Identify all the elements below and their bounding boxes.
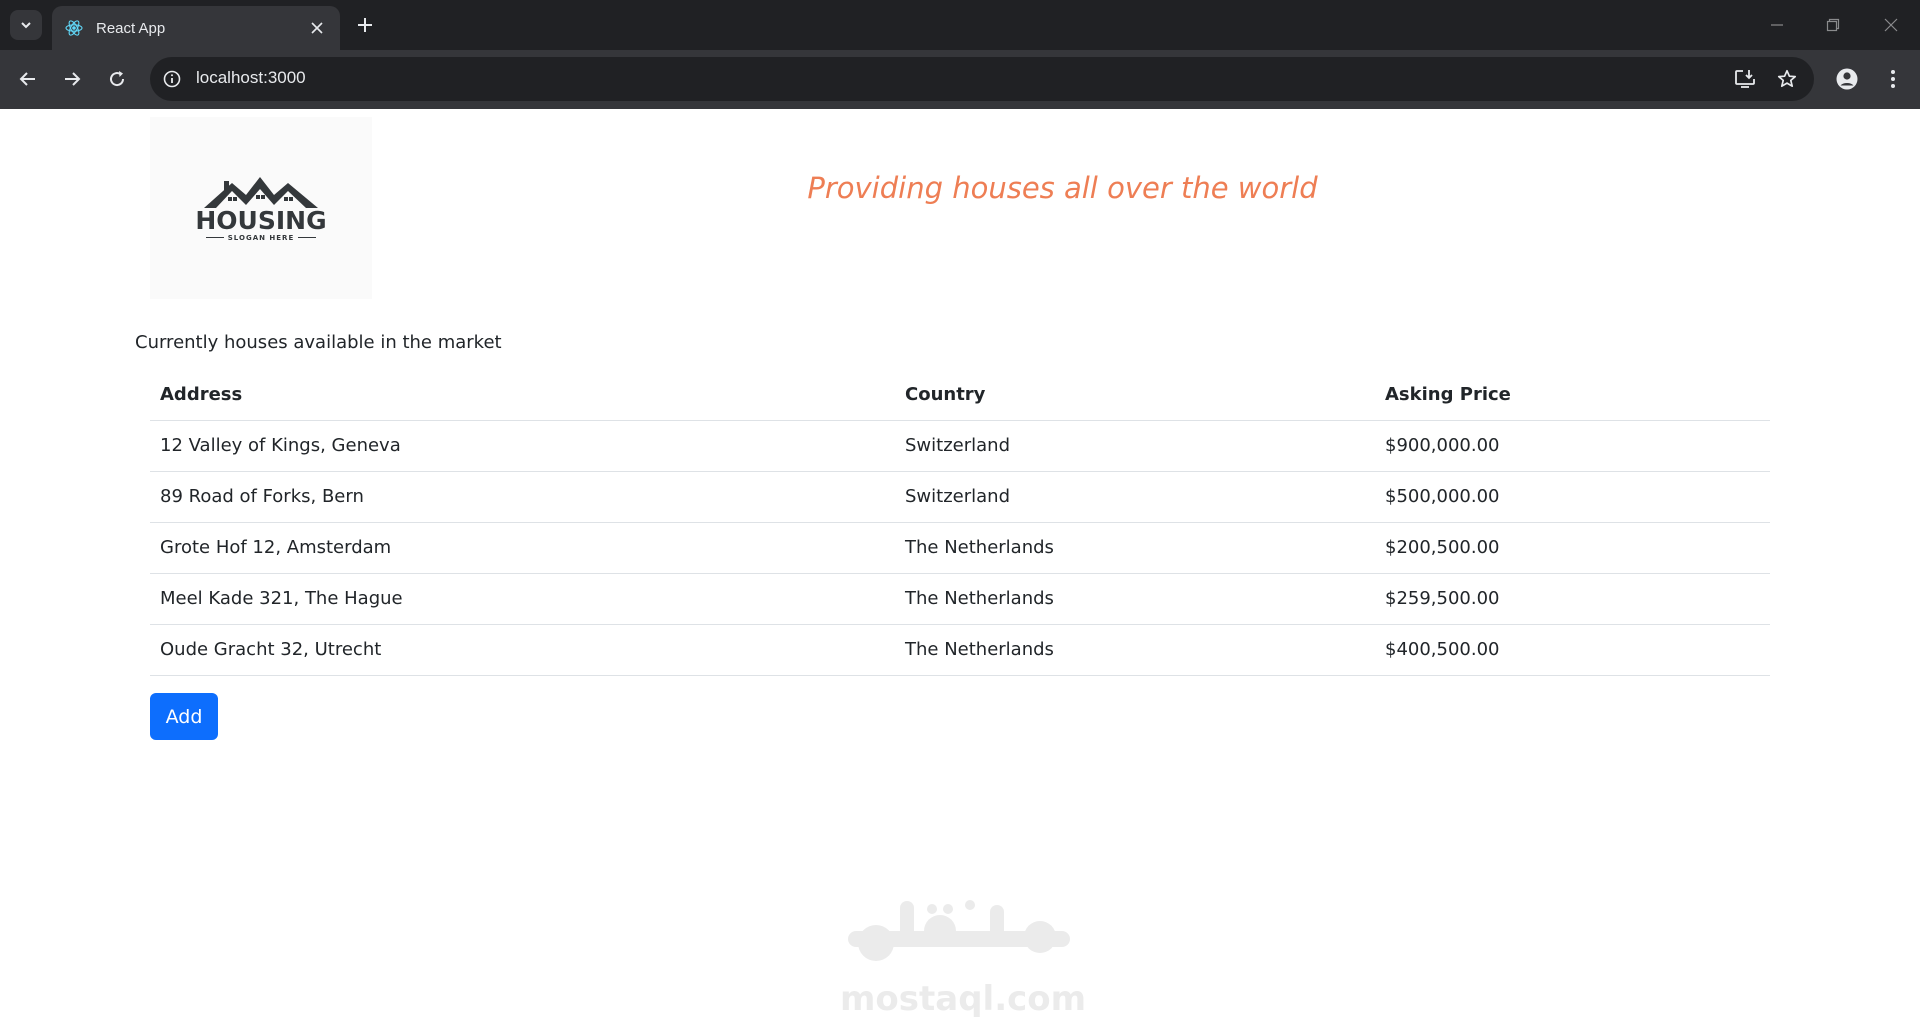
country-cell: The Netherlands — [895, 573, 1375, 625]
logo-wordmark: HOUSING — [195, 205, 327, 235]
minimize-icon — [1771, 24, 1783, 26]
address-cell: Grote Hof 12, Amsterdam — [150, 522, 895, 574]
profile-icon — [1836, 68, 1858, 90]
price-cell: $500,000.00 — [1375, 471, 1770, 523]
add-house-button[interactable]: Add — [150, 693, 218, 740]
price-cell: $400,500.00 — [1375, 624, 1770, 676]
address-cell: Oude Gracht 32, Utrecht — [150, 624, 895, 676]
price-cell: $259,500.00 — [1375, 573, 1770, 625]
table-header-row: Address Country Asking Price — [150, 370, 1770, 421]
address-cell: 12 Valley of Kings, Geneva — [150, 420, 895, 472]
close-icon — [311, 22, 323, 34]
url-text: localhost:3000 — [196, 68, 306, 87]
minimize-button[interactable] — [1764, 12, 1790, 38]
address-cell: Meel Kade 321, The Hague — [150, 573, 895, 625]
arrow-right-icon — [65, 72, 81, 86]
reload-button[interactable] — [102, 64, 132, 94]
country-cell: Switzerland — [895, 471, 1375, 523]
houses-table: Address Country Asking Price 12 Valley o… — [150, 370, 1770, 676]
browser-toolbar: localhost:3000 — [0, 50, 1920, 109]
country-cell: The Netherlands — [895, 624, 1375, 676]
tab-close-button[interactable] — [306, 17, 328, 39]
arrow-left-icon — [19, 72, 35, 86]
housing-logo: HOUSING SLOGAN HERE — [150, 117, 372, 299]
react-icon — [65, 20, 83, 36]
table-row: Oude Gracht 32, Utrecht The Netherlands … — [150, 624, 1770, 676]
column-header-asking-price: Asking Price — [1375, 370, 1770, 421]
watermark-text: mostaql.com — [840, 979, 1087, 1019]
section-subtitle: Currently houses available in the market — [135, 332, 502, 353]
install-app-button[interactable] — [1732, 66, 1758, 92]
price-cell: $200,500.00 — [1375, 522, 1770, 574]
divider — [298, 237, 317, 238]
close-window-button[interactable] — [1878, 12, 1904, 38]
houses-roof-icon — [204, 176, 318, 208]
browser-tab-strip: React App — [0, 0, 1920, 50]
tab-search-button[interactable] — [10, 10, 42, 40]
table-row: Meel Kade 321, The Hague The Netherlands… — [150, 573, 1770, 625]
back-button[interactable] — [13, 64, 43, 94]
country-cell: The Netherlands — [895, 522, 1375, 574]
kebab-menu-icon — [1891, 70, 1895, 88]
profile-button[interactable] — [1832, 64, 1862, 94]
logo-slogan: SLOGAN HERE — [227, 233, 295, 242]
address-bar[interactable]: localhost:3000 — [150, 57, 1814, 101]
logo-slogan-row: SLOGAN HERE — [205, 233, 317, 242]
bookmark-button[interactable] — [1774, 66, 1800, 92]
plus-icon — [358, 18, 372, 32]
forward-button[interactable] — [57, 64, 87, 94]
column-header-address: Address — [150, 370, 895, 421]
restore-button[interactable] — [1820, 12, 1846, 38]
table-row: Grote Hof 12, Amsterdam The Netherlands … — [150, 522, 1770, 574]
tab-title: React App — [96, 19, 166, 37]
close-icon — [1884, 18, 1898, 32]
mostaql-logo-mark — [848, 900, 1070, 961]
install-app-icon — [1735, 70, 1755, 88]
site-info-button[interactable] — [160, 67, 184, 91]
address-cell: 89 Road of Forks, Bern — [150, 471, 895, 523]
column-header-country: Country — [895, 370, 1375, 421]
browser-tab[interactable]: React App — [52, 6, 340, 50]
mostaql-watermark: mostaql.com — [840, 891, 1087, 1021]
reload-icon — [110, 71, 125, 87]
star-icon — [1777, 69, 1797, 88]
restore-icon — [1826, 18, 1840, 32]
divider — [205, 237, 224, 238]
table-row: 12 Valley of Kings, Geneva Switzerland $… — [150, 420, 1770, 472]
table-row: 89 Road of Forks, Bern Switzerland $500,… — [150, 471, 1770, 523]
new-tab-button[interactable] — [352, 12, 378, 38]
page-content: HOUSING SLOGAN HERE Providing houses all… — [0, 109, 1920, 1030]
browser-menu-button[interactable] — [1878, 64, 1908, 94]
price-cell: $900,000.00 — [1375, 420, 1770, 472]
country-cell: Switzerland — [895, 420, 1375, 472]
info-icon — [163, 70, 181, 88]
chevron-down-icon — [21, 22, 31, 29]
page-tagline: Providing houses all over the world — [807, 171, 1318, 205]
